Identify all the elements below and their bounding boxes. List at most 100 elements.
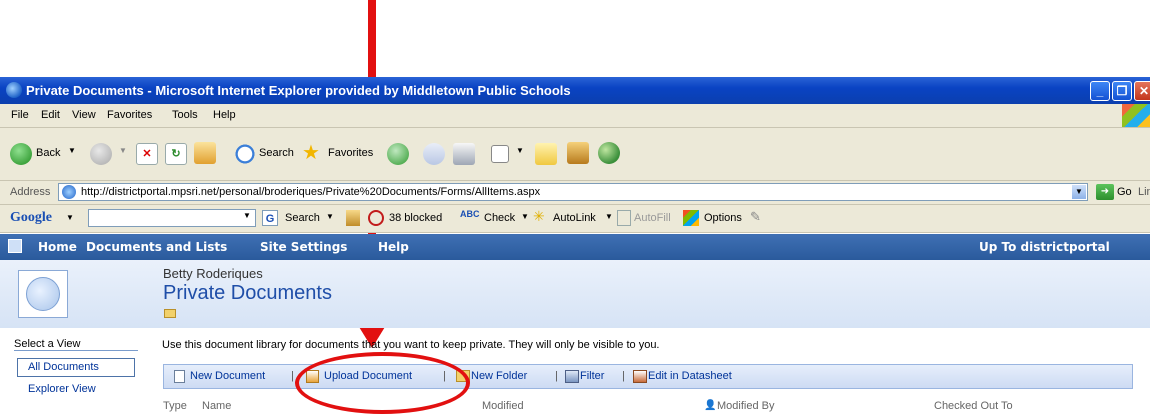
- address-url: http://districtportal.mpsri.net/personal…: [81, 186, 541, 198]
- google-menu-dropdown-icon[interactable]: ▼: [66, 213, 74, 222]
- history-icon[interactable]: [387, 143, 409, 165]
- options-icon[interactable]: [683, 210, 699, 226]
- maximize-button[interactable]: ❐: [1112, 81, 1132, 101]
- new-document-icon: [174, 370, 185, 383]
- menu-bar: File Edit View Favorites Tools Help: [0, 104, 1150, 128]
- forward-arrow-icon[interactable]: [90, 143, 112, 165]
- windows-logo-icon: [1122, 104, 1150, 127]
- document-library-icon: [26, 277, 60, 311]
- site-owner: Betty Roderiques: [163, 266, 263, 281]
- google-search-icon[interactable]: G: [262, 210, 278, 226]
- autofill-button[interactable]: AutoFill: [634, 212, 671, 224]
- annotation-highlight-ellipse: [295, 352, 470, 414]
- research-icon[interactable]: [567, 142, 589, 164]
- ie-icon: [6, 82, 22, 98]
- menu-favorites[interactable]: Favorites: [107, 109, 152, 121]
- links-label[interactable]: Links: [1138, 186, 1150, 198]
- autolink-dropdown-icon[interactable]: ▼: [605, 212, 613, 221]
- autolink-icon[interactable]: ✳: [533, 208, 545, 225]
- view-explorer-view[interactable]: Explorer View: [28, 383, 96, 395]
- folder-icon[interactable]: [164, 309, 176, 318]
- spellcheck-button[interactable]: Check: [484, 212, 515, 224]
- go-button[interactable]: Go: [1117, 186, 1132, 198]
- minimize-button[interactable]: _: [1090, 81, 1110, 101]
- menu-file[interactable]: File: [11, 109, 29, 121]
- google-search-button[interactable]: Search: [285, 212, 320, 224]
- favorites-star-icon[interactable]: ★: [302, 140, 320, 165]
- library-description: Use this document library for documents …: [162, 339, 660, 351]
- edit-in-datasheet-button[interactable]: Edit in Datasheet: [648, 370, 732, 382]
- nav-documents-and-lists[interactable]: Documents and Lists: [86, 240, 227, 254]
- close-button[interactable]: ✕: [1134, 81, 1150, 101]
- new-document-button[interactable]: New Document: [190, 370, 265, 382]
- site-logo: [18, 270, 68, 318]
- edit-icon[interactable]: [491, 145, 509, 163]
- forward-dropdown-icon[interactable]: ▼: [119, 146, 127, 155]
- sharepoint-nav-bar: Home Documents and Lists Site Settings H…: [0, 234, 1150, 260]
- browser-toolbar: Back ▼ ▼ ✕ ↻ Search ★ Favorites ▼: [0, 128, 1150, 181]
- options-button[interactable]: Options: [704, 212, 742, 224]
- page-title: Private Documents: [163, 282, 332, 304]
- back-arrow-icon[interactable]: [10, 143, 32, 165]
- mail-icon[interactable]: [423, 143, 445, 165]
- menu-edit[interactable]: Edit: [41, 109, 60, 121]
- favorites-label[interactable]: Favorites: [328, 147, 373, 159]
- autofill-icon: [617, 210, 631, 226]
- nav-site-settings[interactable]: Site Settings: [260, 240, 347, 254]
- column-modified[interactable]: Modified: [482, 400, 524, 412]
- google-search-input[interactable]: [88, 209, 256, 227]
- pagerank-icon[interactable]: [346, 210, 360, 226]
- search-label[interactable]: Search: [259, 147, 294, 159]
- nav-up-to-districtportal[interactable]: Up To districtportal: [979, 240, 1110, 254]
- edit-dropdown-icon[interactable]: ▼: [516, 146, 524, 155]
- go-arrow-icon[interactable]: ➜: [1096, 184, 1114, 200]
- column-type[interactable]: Type: [163, 400, 187, 412]
- select-view-heading: Select a View: [14, 338, 138, 351]
- window-title-bar: Private Documents - Microsoft Internet E…: [0, 77, 1150, 104]
- filter-button[interactable]: Filter: [580, 370, 604, 382]
- column-name[interactable]: Name: [202, 400, 231, 412]
- print-icon[interactable]: [453, 143, 475, 165]
- google-input-dropdown-icon[interactable]: ▼: [243, 211, 251, 220]
- google-logo[interactable]: Google: [10, 210, 52, 226]
- address-label: Address: [10, 186, 51, 198]
- stop-icon[interactable]: ✕: [136, 143, 158, 165]
- filter-icon: [565, 370, 579, 383]
- autolink-button[interactable]: AutoLink: [553, 212, 596, 224]
- address-bar: Address http://districtportal.mpsri.net/…: [0, 181, 1150, 205]
- separator: |: [555, 370, 558, 382]
- popups-blocked-count[interactable]: 38 blocked: [389, 212, 442, 224]
- home-icon[interactable]: [194, 142, 216, 164]
- popup-blocker-icon[interactable]: [368, 210, 384, 226]
- library-header: Betty Roderiques Private Documents: [0, 260, 1150, 328]
- nav-home[interactable]: Home: [38, 240, 77, 254]
- back-dropdown-icon[interactable]: ▼: [68, 146, 76, 155]
- menu-tools[interactable]: Tools: [172, 109, 198, 121]
- separator: |: [622, 370, 625, 382]
- highlight-pen-icon[interactable]: ✎: [750, 209, 761, 225]
- spellcheck-icon[interactable]: ABC: [460, 209, 480, 219]
- nav-help[interactable]: Help: [378, 240, 409, 254]
- view-all-documents[interactable]: All Documents: [17, 358, 135, 377]
- search-icon[interactable]: [234, 143, 256, 165]
- google-toolbar: Google ▼ ▼ G Search ▼ 38 blocked ABC Che…: [0, 205, 1150, 233]
- portal-icon: [8, 239, 22, 253]
- page-icon: [62, 185, 76, 199]
- menu-view[interactable]: View: [72, 109, 96, 121]
- column-modified-by[interactable]: Modified By: [717, 400, 774, 412]
- new-folder-button[interactable]: New Folder: [471, 370, 527, 382]
- check-dropdown-icon[interactable]: ▼: [521, 212, 529, 221]
- address-dropdown-icon[interactable]: ▼: [1072, 185, 1086, 199]
- menu-help[interactable]: Help: [213, 109, 236, 121]
- select-view-label: Select a View: [14, 338, 81, 350]
- back-label[interactable]: Back: [36, 147, 60, 159]
- messenger-icon[interactable]: [598, 142, 620, 164]
- refresh-icon[interactable]: ↻: [165, 143, 187, 165]
- separator: |: [291, 370, 294, 382]
- user-icon: 👤: [704, 400, 717, 411]
- address-input[interactable]: http://districtportal.mpsri.net/personal…: [58, 183, 1088, 201]
- notes-icon[interactable]: [535, 143, 557, 165]
- column-checked-out-to[interactable]: Checked Out To: [934, 400, 1013, 412]
- google-search-dropdown-icon[interactable]: ▼: [326, 212, 334, 221]
- window-title: Private Documents - Microsoft Internet E…: [26, 83, 571, 98]
